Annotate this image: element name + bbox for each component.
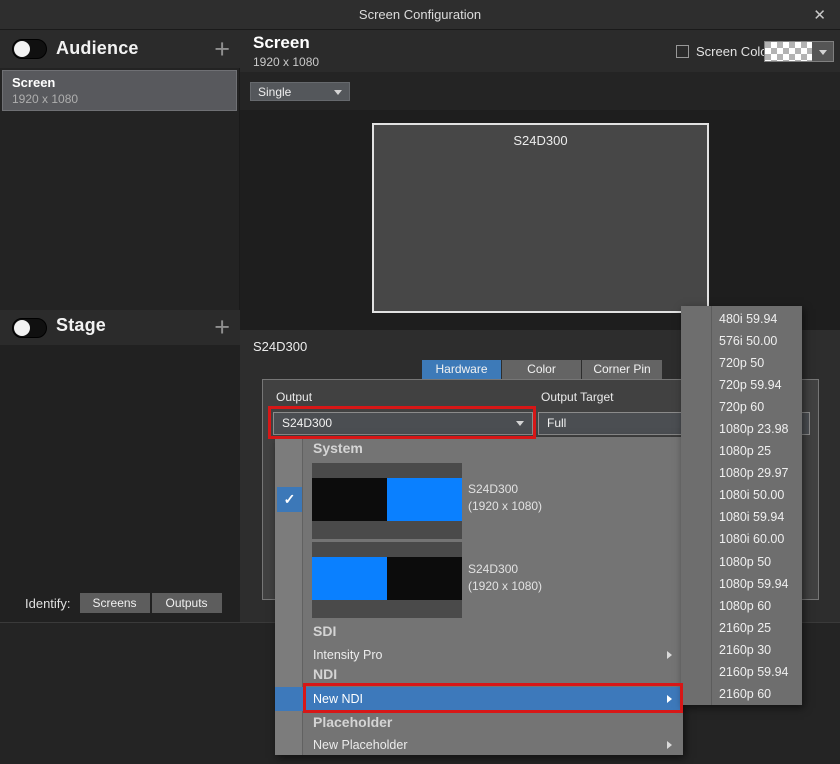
checked-output-checkmark-icon: ✓ [277, 487, 302, 512]
screen-item-name: Screen [12, 75, 55, 90]
audience-header: Audience + [0, 30, 240, 68]
window-title: Screen Configuration [0, 7, 840, 22]
transparent-checker-swatch [765, 42, 812, 61]
screen-mode-select[interactable]: Single [250, 82, 350, 101]
submenu-item[interactable]: 480i 59.94 [681, 308, 802, 330]
toggle-knob [14, 41, 30, 57]
menu-header-ndi: NDI [313, 666, 337, 682]
sidebar: Audience + Screen 1920 x 1080 Stage + Id… [0, 30, 240, 622]
display-1-label: S24D300 (1920 x 1080) [468, 481, 542, 515]
submenu-arrow-icon [667, 741, 672, 749]
submenu-arrow-icon [667, 695, 672, 703]
output-target-value: Full [547, 416, 566, 430]
menu-item-label: New NDI [313, 692, 363, 706]
display-2-label: S24D300 (1920 x 1080) [468, 561, 542, 595]
stage-label: Stage [56, 315, 106, 336]
thumb-monitors [312, 478, 462, 521]
submenu-item[interactable]: 1080p 50 [681, 551, 802, 573]
submenu-item[interactable]: 1080p 29.97 [681, 462, 802, 484]
menu-item-label: Intensity Pro [313, 648, 382, 662]
audience-label: Audience [56, 38, 139, 59]
close-icon[interactable]: ✕ [813, 6, 826, 24]
title-bar: Screen Configuration ✕ [0, 0, 840, 30]
monitor-preview-label: S24D300 [374, 133, 707, 148]
submenu-item[interactable]: 1080p 60 [681, 595, 802, 617]
thumb-monitors [312, 557, 462, 600]
submenu-item[interactable]: 1080i 50.00 [681, 484, 802, 506]
submenu-item[interactable]: 2160p 60 [681, 683, 802, 705]
menu-header-sdi: SDI [313, 623, 336, 639]
submenu-item[interactable]: 1080i 59.94 [681, 506, 802, 528]
output-dropdown-menu: ✓ System S24D300 (1920 x 1080) [275, 437, 683, 755]
output-select[interactable]: S24D300 [273, 412, 533, 435]
format-submenu: 480i 59.94 576i 50.00 720p 50 720p 59.94… [681, 306, 802, 705]
screen-color-label: Screen Color [696, 44, 772, 59]
submenu-item[interactable]: 2160p 59.94 [681, 661, 802, 683]
audience-toggle[interactable] [12, 39, 47, 59]
menu-item-new-ndi[interactable]: New NDI [275, 687, 683, 711]
screen-color-checkbox[interactable] [676, 45, 689, 58]
submenu-item[interactable]: 1080p 59.94 [681, 573, 802, 595]
page-title: Screen [253, 33, 310, 53]
chevron-down-icon [819, 50, 827, 55]
thumb-band [312, 463, 462, 478]
submenu-item[interactable]: 720p 59.94 [681, 374, 802, 396]
section-title: S24D300 [253, 339, 307, 354]
chevron-down-icon [516, 421, 524, 426]
main-header: Screen 1920 x 1080 Screen Color [240, 30, 840, 72]
config-tabs: Hardware Color Corner Pin [422, 360, 663, 379]
monitor-black [387, 557, 462, 600]
tab-hardware[interactable]: Hardware [422, 360, 501, 379]
stage-header: Stage + [0, 310, 240, 345]
submenu-item[interactable]: 576i 50.00 [681, 330, 802, 352]
monitor-blue [387, 478, 462, 521]
submenu-item[interactable]: 2160p 25 [681, 617, 802, 639]
display-resolution: (1920 x 1080) [468, 498, 542, 515]
chevron-down-icon [334, 90, 342, 95]
add-stage-screen-button[interactable]: + [214, 311, 230, 344]
output-label: Output [276, 390, 312, 404]
menu-item-label: New Placeholder [313, 738, 408, 752]
submenu-arrow-icon [667, 651, 672, 659]
identify-outputs-button[interactable]: Outputs [152, 593, 222, 613]
stage-list-area [0, 345, 240, 622]
display-name: S24D300 [468, 561, 542, 578]
tab-color[interactable]: Color [502, 360, 581, 379]
stage-toggle[interactable] [12, 318, 47, 338]
display-resolution: (1920 x 1080) [468, 578, 542, 595]
submenu-item[interactable]: 1080p 25 [681, 440, 802, 462]
screen-configuration-window: Screen Configuration ✕ Audience + Screen… [0, 0, 840, 764]
display-thumbnail [312, 542, 462, 618]
mode-toolbar: Single [240, 72, 840, 110]
screen-color-swatch-dropdown[interactable] [764, 41, 834, 62]
menu-header-system: System [313, 440, 363, 456]
identify-screens-button[interactable]: Screens [80, 593, 150, 613]
monitor-black [312, 478, 387, 521]
screen-mode-value: Single [258, 85, 291, 99]
display-thumbnail [312, 463, 462, 539]
submenu-item[interactable]: 1080p 23.98 [681, 418, 802, 440]
page-resolution: 1920 x 1080 [253, 55, 319, 69]
toggle-knob [14, 320, 30, 336]
identify-row: Identify: Screens Outputs [25, 593, 222, 613]
monitor-blue [312, 557, 387, 600]
submenu-item[interactable]: 720p 50 [681, 352, 802, 374]
submenu-item[interactable]: 1080i 60.00 [681, 528, 802, 550]
sidebar-item-screen[interactable]: Screen 1920 x 1080 [2, 70, 237, 111]
monitor-preview[interactable]: S24D300 [372, 123, 709, 313]
screen-item-resolution: 1920 x 1080 [12, 92, 78, 106]
submenu-item[interactable]: 720p 60 [681, 396, 802, 418]
display-name: S24D300 [468, 481, 542, 498]
output-target-label: Output Target [541, 390, 614, 404]
menu-item-intensity-pro[interactable]: Intensity Pro [275, 644, 683, 666]
thumb-band [312, 542, 462, 557]
output-select-value: S24D300 [282, 416, 332, 430]
identify-label: Identify: [25, 596, 71, 611]
screen-preview-area: S24D300 [240, 110, 840, 330]
submenu-item[interactable]: 2160p 30 [681, 639, 802, 661]
add-audience-screen-button[interactable]: + [214, 31, 230, 67]
menu-header-placeholder: Placeholder [313, 714, 392, 730]
tab-corner-pin[interactable]: Corner Pin [582, 360, 662, 379]
menu-item-new-placeholder[interactable]: New Placeholder [275, 735, 683, 755]
